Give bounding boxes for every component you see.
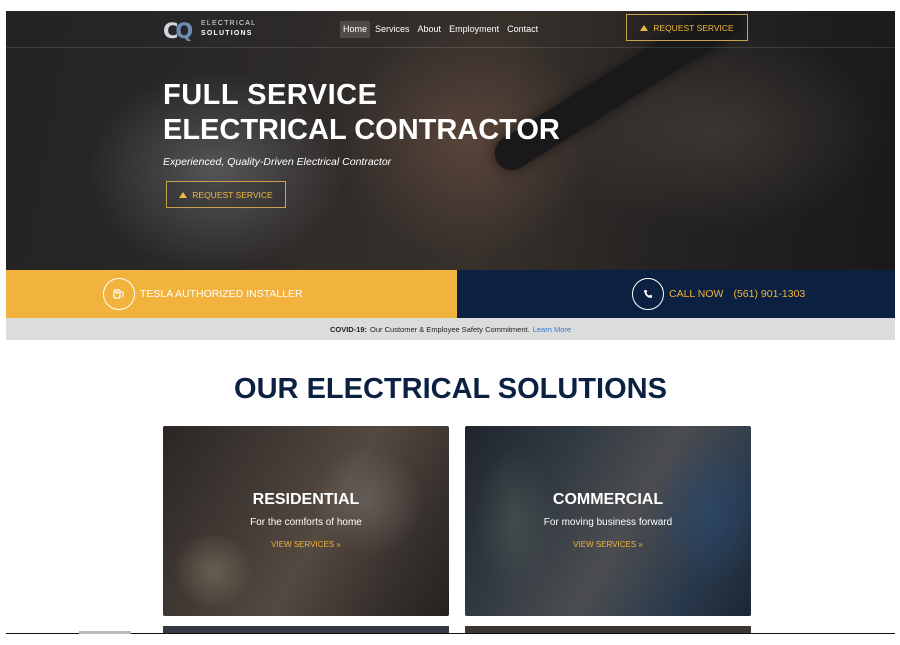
warning-triangle-icon: [179, 191, 188, 198]
nav-home[interactable]: Home: [340, 21, 371, 38]
nav-about[interactable]: About: [415, 21, 445, 38]
next-card-right-peek: [465, 626, 751, 633]
commercial-view-services-link[interactable]: VIEW SERVICES »: [465, 540, 751, 549]
logo-text-line2: SOLUTIONS: [201, 30, 253, 37]
tesla-installer-banner[interactable]: TESLA AUTHORIZED INSTALLER: [6, 270, 457, 318]
solutions-heading-light: OUR: [234, 373, 299, 405]
hero-request-service-label: REQUEST SERVICE: [192, 189, 273, 200]
logo-text-line1: ELECTRICAL: [201, 20, 257, 27]
tesla-installer-text: TESLA AUTHORIZED INSTALLER: [140, 288, 303, 300]
covid-learn-more-link[interactable]: Learn More: [533, 325, 571, 334]
nav-services[interactable]: Services: [372, 21, 413, 38]
solutions-heading-bold: ELECTRICAL SOLUTIONS: [306, 373, 667, 405]
commercial-card-subtitle: For moving business forward: [543, 517, 673, 528]
call-now-label: CALL NOW: [669, 288, 724, 300]
commercial-card-title: COMMERCIAL: [552, 491, 664, 508]
cq-logo-icon: CQ: [163, 19, 193, 43]
site-logo[interactable]: CQ ELECTRICAL SOLUTIONS: [163, 18, 263, 43]
call-now-banner[interactable]: CALL NOW (561) 901-1303: [457, 270, 895, 318]
top-navigation-bar: CQ ELECTRICAL SOLUTIONS Home Services Ab…: [6, 11, 895, 48]
header-request-service-button[interactable]: REQUEST SERVICE: [626, 14, 748, 41]
page-bottom-edge: [6, 633, 895, 634]
hero-section: CQ ELECTRICAL SOLUTIONS Home Services Ab…: [6, 11, 895, 270]
logo-c: C: [163, 19, 179, 43]
covid-notice-label: COVID-19:: [329, 324, 368, 334]
main-nav: Home Services About Employment Contact: [340, 21, 541, 38]
commercial-card[interactable]: COMMERCIAL For moving business forward V…: [465, 426, 751, 616]
horizontal-scrollbar-thumb[interactable]: [79, 631, 131, 634]
warning-triangle-icon: [640, 24, 649, 31]
hero-subtitle: Experienced, Quality-Driven Electrical C…: [163, 156, 392, 168]
solutions-heading: OUR ELECTRICAL SOLUTIONS: [6, 373, 895, 406]
covid-notice-text: Our Customer & Employee Safety Commitmen…: [370, 324, 530, 334]
phone-number[interactable]: (561) 901-1303: [733, 288, 805, 300]
header-request-service-label: REQUEST SERVICE: [653, 22, 734, 33]
phone-icon: [632, 278, 664, 310]
page: CQ ELECTRICAL SOLUTIONS Home Services Ab…: [6, 11, 895, 633]
residential-card-title: RESIDENTIAL: [252, 491, 360, 508]
nav-contact[interactable]: Contact: [504, 21, 541, 38]
nav-employment[interactable]: Employment: [446, 21, 502, 38]
hero-title-line2: ELECTRICAL CONTRACTOR: [163, 114, 560, 146]
hero-request-service-button[interactable]: REQUEST SERVICE: [166, 181, 286, 208]
residential-card-subtitle: For the comforts of home: [250, 517, 362, 528]
ev-plug-icon: [103, 278, 135, 310]
hero-title-line1: FULL SERVICE: [163, 79, 378, 111]
next-card-left-peek: [163, 626, 449, 633]
residential-card[interactable]: RESIDENTIAL For the comforts of home VIE…: [163, 426, 449, 616]
covid-notice-bar: COVID-19: Our Customer & Employee Safety…: [6, 318, 895, 340]
logo-q: Q: [175, 19, 193, 43]
residential-view-services-link[interactable]: VIEW SERVICES »: [163, 540, 449, 549]
